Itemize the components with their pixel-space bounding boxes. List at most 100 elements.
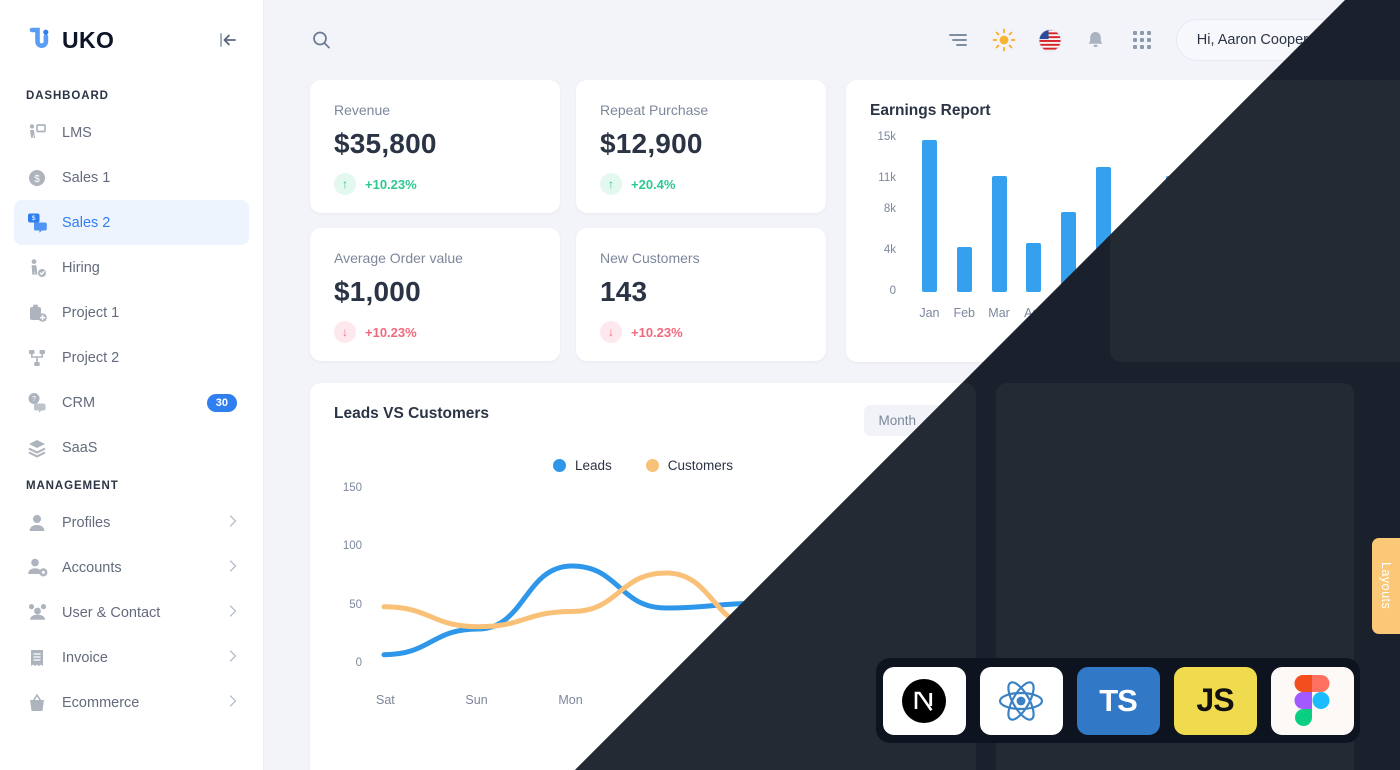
stat-title: Repeat Purchase [600,102,709,118]
earnings-x-tick: Oct [1233,306,1253,320]
typescript-logo[interactable]: TS [1076,666,1160,735]
earnings-bar-column [1051,211,1086,292]
sidebar-item-sales-2[interactable]: $ Sales 2 [14,200,249,245]
earnings-y-tick: 8k [883,202,896,215]
earnings-bar[interactable] [921,140,937,292]
earnings-x-tick: Jan [919,306,940,320]
legend-item-customers[interactable]: Customers [645,458,733,473]
earnings-bar[interactable] [1235,189,1251,292]
topbar-actions: Hi, Aaron Cooper [946,19,1356,61]
earnings-x-tick: Jul [1130,306,1147,320]
leads-x-tick: Sat [376,693,395,707]
earnings-bar[interactable] [1305,140,1321,292]
stat-delta: ↑ +10.23% [334,173,536,195]
react-logo[interactable] [979,666,1063,735]
sitemap-icon [26,347,48,369]
leads-y-tick: 150 [342,482,362,494]
earnings-y-tick: 11k [878,172,896,185]
stat-delta-value: +10.23% [365,324,417,340]
trend-up-icon: ↑ [600,173,622,195]
stat-title: New Customers [600,250,700,266]
leads-header: Leads VS Customers Month [334,405,952,436]
earnings-y-tick: 0 [889,285,896,297]
earnings-bar[interactable] [956,246,972,292]
sidebar-item-project-1[interactable]: Project 1 [14,290,249,335]
earnings-x-tick: Jun [1093,306,1114,320]
svg-text:?: ? [32,396,36,403]
nextjs-logo[interactable] [882,666,966,735]
stat-card-new-customers: New Customers 143 ↓ +10.23% [576,228,826,361]
trend-down-icon: ↓ [334,321,356,343]
search-icon[interactable] [310,29,332,51]
earnings-bar-column [1016,242,1051,292]
shopping-bag-icon [26,692,48,714]
sidebar-item-invoice[interactable]: Invoice [14,635,249,680]
sidebar-item-label: Invoice [62,649,108,666]
earnings-bar[interactable] [1026,242,1042,292]
earnings-bar[interactable] [1130,258,1146,292]
earnings-bar[interactable] [1200,212,1216,292]
grid-apps-icon[interactable] [1130,28,1154,52]
chevron-right-icon [229,515,237,530]
sidebar-nav: DASHBOARD LMS $ Sales 1 $ Sales 2 Hiring Projec… [0,80,263,725]
leads-x-axis: SatSunMonTueWedThuFri [376,693,948,707]
sidebar-item-sales-1[interactable]: $ Sales 1 [14,155,249,200]
sidebar-item-user-contact[interactable]: User & Contact [14,590,249,635]
stat-delta: ↓ +10.23% [600,321,802,343]
leads-x-tick: Thu [841,693,863,707]
sidebar-item-ecommerce[interactable]: Ecommerce [14,680,249,725]
sidebar-item-accounts[interactable]: Accounts [14,545,249,590]
earnings-bar-column [1156,176,1191,292]
chevron-down-icon [926,413,938,428]
earnings-bar-column [1191,212,1226,292]
earnings-x-tick: Aug [1162,306,1185,320]
sidebar-item-profiles[interactable]: Profiles [14,500,249,545]
sidebar-item-crm[interactable]: ? CRM 30 [14,380,249,425]
chevron-right-icon [229,650,237,665]
earnings-bar[interactable] [991,176,1007,292]
figma-logo[interactable] [1270,666,1354,735]
chevron-right-icon [229,605,237,620]
sidebar-section-label-dashboard: DASHBOARD [26,90,109,102]
sidebar-item-lms[interactable]: LMS [14,110,249,155]
earnings-x-tick: Mar [988,306,1010,320]
earnings-bar-chart: 0 4k 8k 11k 15k Jan Feb Mar Apr May Jun Jul Aug Sep O… [870,131,1330,328]
crm-chat-icon: ? [26,392,48,414]
svg-text:$: $ [31,215,35,222]
legend-dot [552,459,566,472]
sun-icon[interactable] [992,28,1016,52]
earnings-bar[interactable] [1096,166,1112,292]
sidebar-item-label: Hiring [62,259,100,276]
sidebar-item-label: CRM [62,394,96,411]
leads-x-tick: Sun [465,693,488,707]
stat-card-repeat-purchase: Repeat Purchase $12,900 ↑ +20.4% [576,80,826,213]
stat-delta: ↓ +10.23% [334,321,536,343]
flag-us-icon[interactable] [1038,28,1062,52]
collapse-sidebar-icon[interactable] [217,29,239,51]
earnings-period-select[interactable]: Month [1266,102,1330,118]
avg-range-label: Avg Range [1138,548,1212,565]
user-menu-button[interactable]: Hi, Aaron Cooper [1175,19,1356,61]
layouts-tab[interactable]: Layouts [1372,538,1400,634]
leads-period-select[interactable]: Month [864,405,952,436]
sidebar-item-saas[interactable]: SaaS [14,425,249,470]
sidebar-item-label: LMS [62,124,92,141]
sidebar-item-project-2[interactable]: Project 2 [14,335,249,380]
sidebar-section-label-management: MANAGEMENT [26,480,119,492]
bell-icon[interactable] [1084,28,1108,52]
earnings-bar[interactable] [1061,211,1077,292]
earnings-bar[interactable] [1165,176,1181,292]
legend-item-leads[interactable]: Leads [552,458,612,473]
leads-x-tick: Tue [653,693,675,707]
filter-lines-icon[interactable] [946,28,970,52]
sidebar-item-hiring[interactable]: Hiring [14,245,249,290]
earnings-report-card: Earnings Report Month 0 4k 8k 11k 15k Jan Feb… [846,80,1354,362]
tech-logo-dock: TS JS [876,658,1360,743]
sidebar-item-label: Ecommerce [62,694,140,711]
javascript-logo[interactable]: JS [1173,666,1257,735]
sidebar-item-label: Sales 1 [62,169,111,186]
app-root: UKO DASHBOARD LMS $ Sales 1 $ Sales 2 Hiring Pr… [0,0,1400,770]
earnings-bar[interactable] [1270,237,1286,292]
stat-delta: ↑ +20.4% [600,173,802,195]
earnings-header: Earnings Report Month [870,102,1330,120]
